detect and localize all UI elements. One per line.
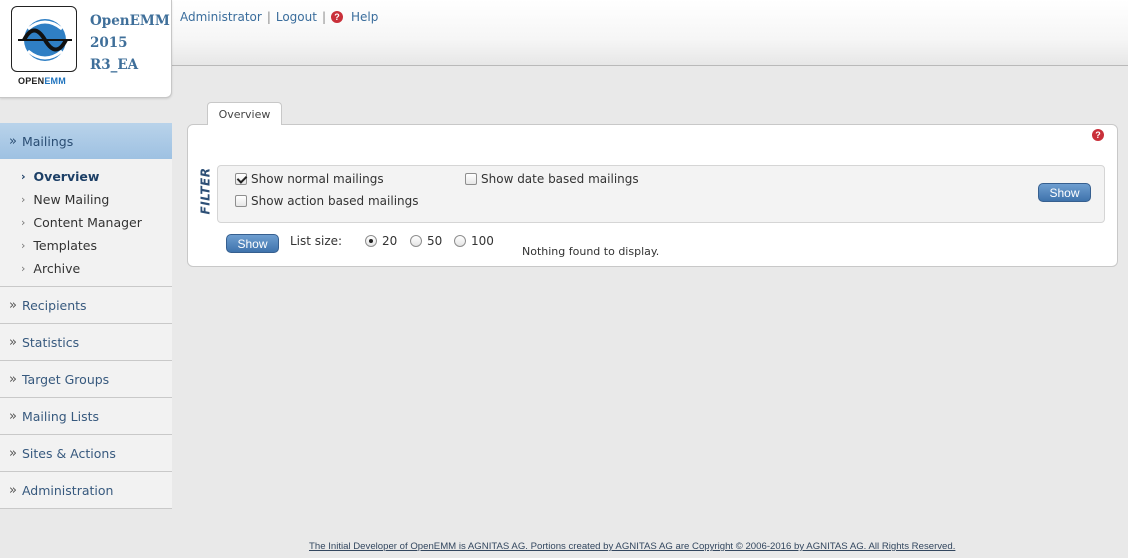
radio-icon[interactable] — [454, 235, 466, 247]
sidebar-item-label: Mailings — [21, 133, 74, 149]
list-size-100-radio[interactable]: 100 — [454, 234, 494, 248]
checkbox-label: Show normal mailings — [251, 172, 384, 186]
logo-caption: OPENEMM — [18, 76, 66, 86]
sidebar-item-mailing-lists[interactable]: » Mailing Lists — [0, 398, 172, 435]
checkbox-label: Show date based mailings — [481, 172, 639, 186]
separator: | — [266, 10, 271, 24]
show-action-based-mailings-checkbox[interactable]: Show action based mailings — [235, 194, 419, 208]
sidebar-item-administration[interactable]: » Administration — [0, 472, 172, 509]
subnav-item-templates[interactable]: › Templates — [0, 234, 172, 257]
subnav-item-label: Templates — [33, 238, 97, 253]
double-chevron-icon: » — [9, 482, 17, 498]
list-size-label: List size: — [290, 234, 343, 248]
chevron-right-icon: › — [21, 262, 26, 275]
footer-copyright[interactable]: The Initial Developer of OpenEMM is AGNI… — [309, 541, 955, 552]
help-link[interactable]: Help — [351, 10, 378, 24]
sidebar-item-sites-actions[interactable]: » Sites & Actions — [0, 435, 172, 472]
sidebar-item-label: Administration — [21, 482, 114, 498]
show-date-based-mailings-checkbox[interactable]: Show date based mailings — [465, 172, 639, 186]
help-icon[interactable]: ? — [331, 11, 343, 23]
logout-link[interactable]: Logout — [276, 10, 317, 24]
chevron-right-icon: › — [21, 193, 26, 206]
separator: | — [321, 10, 326, 24]
subnav-item-label: Content Manager — [33, 215, 142, 230]
double-chevron-icon: » — [9, 133, 17, 149]
user-bar: Administrator | Logout | ? Help — [180, 9, 378, 25]
subnav-item-content-manager[interactable]: › Content Manager — [0, 211, 172, 234]
double-chevron-icon: » — [9, 334, 17, 350]
sidebar-item-mailings[interactable]: » Mailings — [0, 123, 172, 159]
checkbox-checked-icon[interactable] — [235, 173, 247, 185]
checkbox-icon[interactable] — [465, 173, 477, 185]
subnav-item-label: Archive — [33, 261, 81, 276]
help-icon[interactable]: ? — [1092, 129, 1104, 141]
chevron-right-icon: › — [21, 239, 26, 252]
radio-selected-icon[interactable] — [365, 235, 377, 247]
version-year: 2015 — [90, 35, 128, 51]
radio-label: 50 — [427, 234, 443, 248]
double-chevron-icon: » — [9, 371, 17, 387]
double-chevron-icon: » — [9, 408, 17, 424]
empty-message: Nothing found to display. — [522, 245, 660, 258]
version-product: OpenEMM — [90, 13, 170, 29]
filter-show-button[interactable]: Show — [1038, 183, 1091, 202]
subnav-item-label: Overview — [33, 169, 100, 184]
openemm-logo[interactable] — [11, 6, 77, 72]
overview-panel: ? FILTER Show normal mailings Show date … — [187, 124, 1118, 267]
filter-title: FILTER — [198, 167, 213, 215]
sidebar-item-statistics[interactable]: » Statistics — [0, 324, 172, 361]
radio-label: 100 — [471, 234, 494, 248]
double-chevron-icon: » — [9, 297, 17, 313]
list-size-50-radio[interactable]: 50 — [410, 234, 442, 248]
sidebar-item-label: Mailing Lists — [21, 408, 100, 424]
sidebar-item-label: Statistics — [21, 334, 80, 350]
filter-label: FILTER — [192, 165, 218, 217]
subnav-item-archive[interactable]: › Archive — [0, 257, 172, 280]
show-normal-mailings-checkbox[interactable]: Show normal mailings — [235, 172, 384, 186]
user-link[interactable]: Administrator — [180, 10, 262, 24]
radio-label: 20 — [382, 234, 398, 248]
double-chevron-icon: » — [9, 445, 17, 461]
subnav-item-new-mailing[interactable]: › New Mailing — [0, 188, 172, 211]
checkbox-icon[interactable] — [235, 195, 247, 207]
subnav-item-label: New Mailing — [33, 192, 110, 207]
chevron-right-icon: › — [21, 216, 26, 229]
sidebar-item-target-groups[interactable]: » Target Groups — [0, 361, 172, 398]
chevron-right-icon: › — [21, 170, 26, 183]
show-button[interactable]: Show — [226, 234, 279, 253]
version-release: R3_EA — [90, 57, 139, 73]
sidebar-item-label: Recipients — [21, 297, 87, 313]
tab-overview[interactable]: Overview — [207, 102, 282, 125]
sidebar-item-label: Target Groups — [21, 371, 110, 387]
subnav-item-overview[interactable]: › Overview — [0, 165, 172, 188]
filter-box: Show normal mailings Show date based mai… — [217, 165, 1105, 223]
radio-icon[interactable] — [410, 235, 422, 247]
list-size-20-radio[interactable]: 20 — [365, 234, 397, 248]
version-info: OpenEMM 2015 R3_EA — [90, 10, 170, 76]
checkbox-label: Show action based mailings — [251, 194, 419, 208]
openemm-logo-icon — [18, 19, 72, 61]
sidebar-item-label: Sites & Actions — [21, 445, 116, 461]
mailings-subnav: › Overview › New Mailing › Content Manag… — [0, 159, 172, 287]
logo-block: OPENEMM OpenEMM 2015 R3_EA — [0, 0, 172, 98]
header: OPENEMM OpenEMM 2015 R3_EA Administrator… — [0, 0, 1128, 98]
sidebar: » Mailings › Overview › New Mailing › Co… — [0, 123, 172, 509]
sidebar-item-recipients[interactable]: » Recipients — [0, 287, 172, 324]
